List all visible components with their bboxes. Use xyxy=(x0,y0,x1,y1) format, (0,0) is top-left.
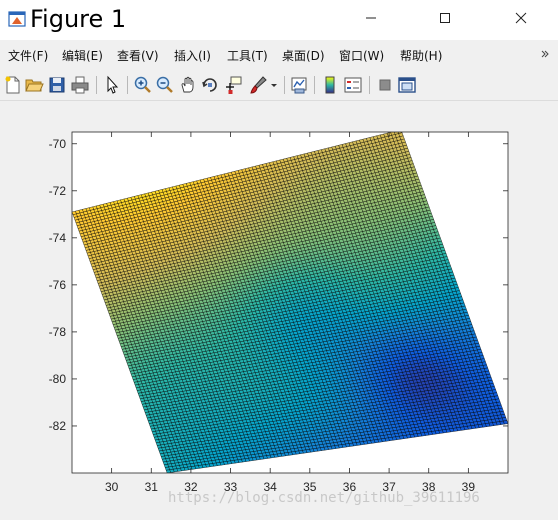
pointer-arrow-icon xyxy=(107,75,119,94)
surface-plot-axes[interactable]: 30 31 32 33 34 35 36 37 38 39-70-72-74-76-78-80-8… xyxy=(0,101,558,520)
brush-icon xyxy=(250,76,267,94)
printer-icon xyxy=(71,76,89,94)
zoom-in-button[interactable] xyxy=(133,75,153,95)
menu-file[interactable]: 文件(F) xyxy=(8,47,48,64)
save-disk-icon xyxy=(49,77,65,93)
zoom-out-icon xyxy=(156,76,173,93)
close-button[interactable] xyxy=(498,0,544,36)
menu-desktop[interactable]: 桌面(D) xyxy=(282,47,325,64)
window-title-bar[interactable]: Figure 1 xyxy=(0,0,558,40)
menu-bar: 文件(F) 编辑(E) 查看(V) 插入(I) 工具(T) 桌面(D) 窗口(W… xyxy=(0,42,558,68)
save-figure-button[interactable] xyxy=(47,75,67,95)
insert-colorbar-button[interactable] xyxy=(320,75,340,95)
hand-pan-icon xyxy=(181,76,194,93)
open-folder-icon xyxy=(25,79,44,92)
menu-view[interactable]: 查看(V) xyxy=(117,47,159,64)
menu-help[interactable]: 帮助(H) xyxy=(400,47,442,64)
print-figure-button[interactable] xyxy=(70,75,90,95)
new-file-icon xyxy=(5,76,20,94)
toolbar-separator xyxy=(127,76,128,94)
link-plot-icon xyxy=(291,77,307,94)
minimize-button[interactable] xyxy=(348,0,394,36)
zoom-out-button[interactable] xyxy=(155,75,175,95)
minimize-icon xyxy=(366,17,376,19)
matlab-figure-icon xyxy=(8,11,26,27)
menu-tools[interactable]: 工具(T) xyxy=(227,47,268,64)
open-file-button[interactable] xyxy=(24,75,44,95)
pan-button[interactable] xyxy=(178,75,198,95)
toolbar-separator xyxy=(284,76,285,94)
maximize-button[interactable] xyxy=(422,0,468,36)
close-icon xyxy=(515,12,527,24)
figure-canvas[interactable]: 30 31 32 33 34 35 36 37 38 39 -70 -72 -74 -76 -78 -80 -8… xyxy=(0,101,558,520)
toolbar-separator xyxy=(96,76,97,94)
figure-toolbar xyxy=(0,70,558,101)
maximize-icon xyxy=(440,13,450,23)
brush-dropdown[interactable] xyxy=(268,75,280,95)
toolbar-separator xyxy=(314,76,315,94)
legend-icon xyxy=(344,77,362,93)
rotate-3d-icon xyxy=(202,78,217,92)
window-title: Figure 1 xyxy=(30,5,127,33)
menu-edit[interactable]: 编辑(E) xyxy=(62,47,103,64)
colorbar-icon xyxy=(325,76,335,94)
menu-window[interactable]: 窗口(W) xyxy=(339,47,384,64)
hide-tools-icon xyxy=(379,79,391,91)
overflow-arrow-icon[interactable] xyxy=(540,48,550,62)
zoom-in-icon xyxy=(134,76,151,93)
show-plot-tools-button[interactable] xyxy=(397,75,417,95)
brush-button[interactable] xyxy=(248,75,268,95)
new-figure-button[interactable] xyxy=(3,75,23,95)
insert-legend-button[interactable] xyxy=(343,75,363,95)
chevron-down-icon xyxy=(271,84,277,87)
rotate-3d-button[interactable] xyxy=(200,75,220,95)
menu-insert[interactable]: 插入(I) xyxy=(174,47,211,64)
data-cursor-icon xyxy=(226,76,242,94)
data-cursor-button[interactable] xyxy=(223,75,243,95)
link-plot-button[interactable] xyxy=(289,75,309,95)
hide-plot-tools-button[interactable] xyxy=(375,75,395,95)
show-tools-icon xyxy=(398,77,416,93)
toolbar-separator xyxy=(369,76,370,94)
edit-plot-button[interactable] xyxy=(102,75,122,95)
